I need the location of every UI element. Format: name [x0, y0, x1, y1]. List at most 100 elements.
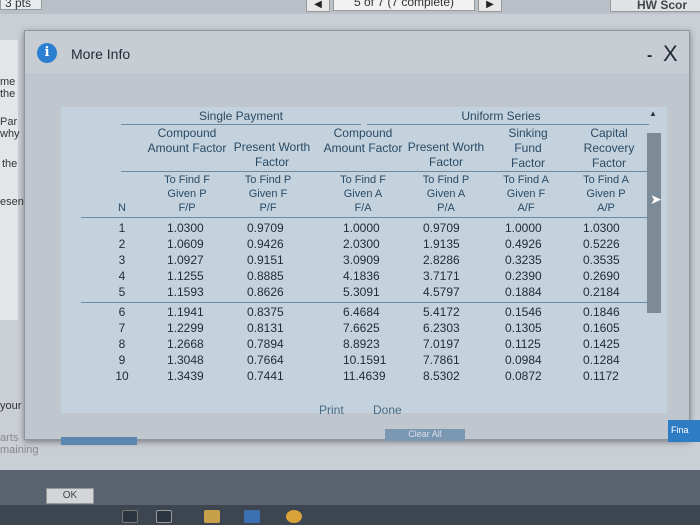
cell-af: 0.4926	[505, 237, 542, 251]
clear-all-button[interactable]: Clear All	[385, 429, 465, 441]
column-find: To Find P Given A	[422, 174, 470, 200]
cell-ap: 0.2690	[583, 269, 620, 283]
previous-question-button[interactable]: ◀	[306, 0, 330, 12]
cell-pf: 0.9151	[247, 253, 284, 267]
cell-ap: 1.0300	[583, 221, 620, 235]
bg-text: maining	[0, 444, 39, 456]
cell-pf: 0.8375	[247, 305, 284, 319]
column-name: Present Worth Factor	[233, 140, 311, 169]
cell-ap: 0.2184	[583, 285, 620, 299]
minimize-icon[interactable]: -	[647, 47, 652, 65]
table-row: 8 1.2668 0.7894 8.8923 7.0197 0.1125 0.1…	[61, 337, 667, 353]
row-n: 6	[118, 305, 126, 319]
cell-fa: 5.3091	[343, 285, 380, 299]
row-n: 3	[118, 253, 126, 267]
divider	[81, 217, 649, 218]
divider	[81, 302, 649, 303]
cell-fp: 1.0609	[167, 237, 204, 251]
cell-fp: 1.2668	[167, 337, 204, 351]
search-icon[interactable]	[122, 510, 138, 523]
cell-af: 0.3235	[505, 253, 542, 267]
cell-pf: 0.9426	[247, 237, 284, 251]
row-n: 5	[118, 285, 126, 299]
task-view-icon[interactable]	[156, 510, 172, 523]
cell-pf: 0.7441	[247, 369, 284, 383]
divider	[121, 171, 649, 172]
chrome-icon[interactable]	[286, 510, 302, 523]
cell-fa: 2.0300	[343, 237, 380, 251]
print-button[interactable]: Print	[319, 403, 344, 417]
cell-af: 0.1125	[505, 337, 541, 351]
cell-af: 0.2390	[505, 269, 542, 283]
table-row: 10 1.3439 0.7441 11.4639 8.5302 0.0872 0…	[61, 369, 667, 385]
table-row: 6 1.1941 0.8375 6.4684 5.4172 0.1546 0.1…	[61, 305, 667, 321]
cell-ap: 0.1284	[583, 353, 620, 367]
right-arrow-icon: ▶	[486, 0, 494, 10]
cell-pa: 7.7861	[423, 353, 460, 367]
table-row: 7 1.2299 0.8131 7.6625 6.2303 0.1305 0.1…	[61, 321, 667, 337]
cell-pf: 0.9709	[247, 221, 284, 235]
bg-text: me	[0, 76, 16, 88]
cell-pf: 0.8885	[247, 269, 284, 283]
bg-text: why	[0, 128, 20, 140]
cell-pa: 6.2303	[423, 321, 460, 335]
cell-pa: 2.8286	[423, 253, 460, 267]
divider	[121, 124, 361, 125]
cell-af: 0.1305	[505, 321, 542, 335]
column-n-label: N	[118, 202, 126, 214]
cell-af: 0.1884	[505, 285, 542, 299]
left-arrow-icon: ◀	[314, 0, 322, 10]
dialog-title: More Info	[71, 46, 131, 62]
column-find: To Find F Given A	[340, 174, 386, 200]
group-header-uniform-series: Uniform Series	[461, 109, 541, 123]
cell-pf: 0.7664	[247, 353, 284, 367]
close-icon[interactable]: X	[663, 41, 678, 67]
next-question-button[interactable]: ▶	[478, 0, 502, 12]
cell-pa: 7.0197	[423, 337, 460, 351]
row-n: 9	[118, 353, 126, 367]
column-notation: P/F	[259, 202, 277, 214]
ok-button[interactable]: OK	[46, 488, 94, 504]
final-check-button[interactable]: Fina	[668, 420, 700, 442]
cell-ap: 0.1425	[583, 337, 620, 351]
progress-indicator[interactable]: 5 of 7 (7 complete)	[333, 0, 475, 11]
hw-score-label: HW Scor	[610, 0, 700, 12]
column-name: Sinking Fund Factor	[508, 126, 548, 170]
dialog-header: i More Info - X	[25, 31, 689, 73]
table-row: 9 1.3048 0.7664 10.1591 7.7861 0.0984 0.…	[61, 353, 667, 369]
cell-fp: 1.3439	[167, 369, 204, 383]
cell-pf: 0.7894	[247, 337, 284, 351]
file-explorer-icon[interactable]	[204, 510, 220, 523]
cell-ap: 0.1605	[583, 321, 620, 335]
row-n: 4	[118, 269, 126, 283]
cell-fp: 1.0927	[167, 253, 204, 267]
table-row: 3 1.0927 0.9151 3.0909 2.8286 0.3235 0.3…	[61, 253, 667, 269]
background-button	[61, 437, 137, 445]
row-n: 2	[118, 237, 126, 251]
cell-ap: 0.1172	[583, 369, 619, 383]
column-name: Compound Amount Factor	[147, 126, 227, 155]
done-button[interactable]: Done	[373, 403, 402, 417]
column-notation: P/A	[437, 202, 455, 214]
cell-pa: 1.9135	[423, 237, 460, 251]
cell-ap: 0.1846	[583, 305, 620, 319]
cell-af: 0.0984	[505, 353, 542, 367]
cell-pf: 0.8131	[247, 321, 284, 335]
scroll-up-icon[interactable]: ▲	[649, 109, 657, 118]
cell-fa: 10.1591	[343, 353, 387, 367]
group-header-single-payment: Single Payment	[198, 109, 284, 123]
cell-fa: 4.1836	[343, 269, 380, 283]
table-row: 4 1.1255 0.8885 4.1836 3.7171 0.2390 0.2…	[61, 269, 667, 285]
points-label: 3 pts	[0, 0, 42, 10]
cell-af: 1.0000	[505, 221, 542, 235]
column-notation: F/P	[178, 202, 196, 214]
scrollbar-thumb[interactable]	[647, 133, 661, 313]
cell-pa: 8.5302	[423, 369, 460, 383]
bg-text: Par	[0, 116, 18, 128]
word-icon[interactable]	[244, 510, 260, 523]
mouse-cursor-icon: ➤	[650, 191, 662, 207]
column-find: To Find A Given F	[503, 174, 549, 200]
cell-fp: 1.1593	[167, 285, 204, 299]
bg-text: esen	[0, 196, 24, 208]
bg-text: the	[2, 158, 18, 170]
